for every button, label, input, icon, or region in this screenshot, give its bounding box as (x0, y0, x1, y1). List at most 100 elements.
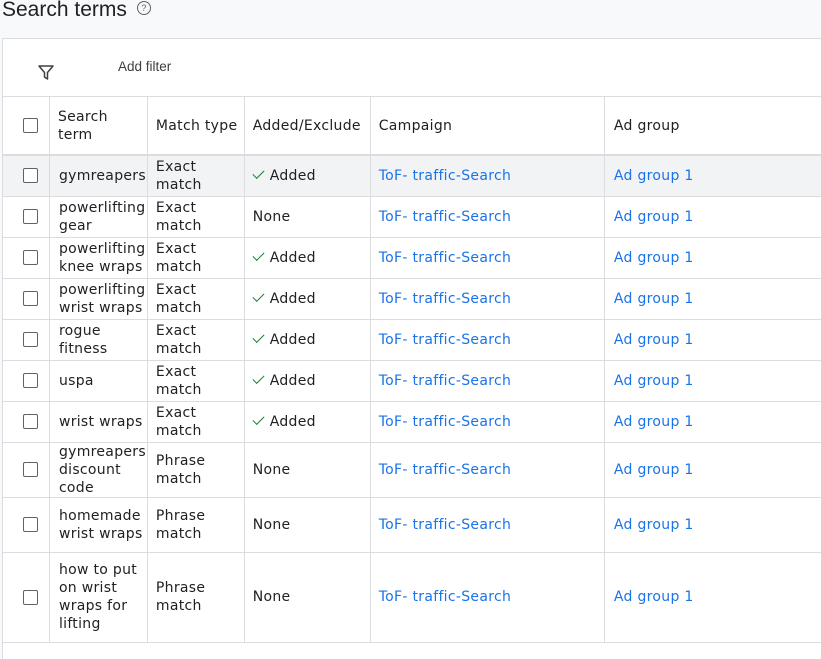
campaign-link[interactable]: ToF- traffic-Search (379, 589, 511, 605)
campaign-cell: ToF- traffic-Search (370, 319, 605, 361)
row-checkbox[interactable] (23, 373, 38, 388)
search-term: wrist wraps (58, 413, 143, 430)
page-title: Search terms ? (2, 0, 151, 22)
ad-group-link[interactable]: Ad group 1 (614, 462, 694, 478)
ad-group-link[interactable]: Ad group 1 (614, 168, 694, 184)
campaign-cell: ToF- traffic-Search (370, 401, 605, 443)
added-exclude-cell: None (244, 442, 371, 498)
table-row[interactable]: how to put on wrist wraps for lifting Ph… (3, 552, 821, 643)
ad-group-link[interactable]: Ad group 1 (614, 517, 694, 533)
ad-group-link[interactable]: Ad group 1 (614, 250, 694, 266)
campaign-link[interactable]: ToF- traffic-Search (379, 462, 511, 478)
campaign-cell: ToF- traffic-Search (370, 278, 605, 320)
column-header-match-type[interactable]: Match type (147, 97, 245, 156)
row-checkbox[interactable] (23, 168, 38, 184)
campaign-link[interactable]: ToF- traffic-Search (379, 291, 511, 307)
match-type: Phrase match (155, 507, 206, 542)
table-row[interactable]: powerlifting knee wraps Exact match Adde… (3, 237, 821, 279)
ad-group-cell: Ad group 1 (604, 155, 821, 197)
search-term-cell: uspa (49, 360, 148, 402)
ad-group-link[interactable]: Ad group 1 (614, 373, 694, 389)
campaign-link[interactable]: ToF- traffic-Search (379, 168, 511, 184)
search-term: gymreapers discount code (58, 443, 146, 496)
row-checkbox[interactable] (23, 517, 38, 532)
row-select-cell (3, 442, 50, 498)
row-checkbox[interactable] (23, 332, 38, 347)
table-row[interactable]: powerlifting gear Exact match None ToF- … (3, 196, 821, 238)
select-all-cell (3, 97, 50, 156)
added-exclude-cell: Added (244, 319, 371, 361)
ad-group-cell: Ad group 1 (604, 360, 821, 402)
campaign-link[interactable]: ToF- traffic-Search (379, 414, 511, 430)
added-status: Added (269, 167, 316, 184)
match-type: Exact match (155, 363, 202, 398)
table-row[interactable]: homemade wrist wraps Phrase match None T… (3, 497, 821, 553)
match-type: Exact match (155, 322, 202, 357)
campaign-link[interactable]: ToF- traffic-Search (379, 332, 511, 348)
row-checkbox[interactable] (23, 462, 38, 477)
check-icon (252, 248, 265, 261)
campaign-cell: ToF- traffic-Search (370, 552, 605, 643)
match-type: Exact match (155, 240, 202, 275)
added-exclude-cell: Added (244, 155, 371, 197)
added-status: Added (269, 372, 316, 389)
campaign-cell: ToF- traffic-Search (370, 237, 605, 279)
search-term-cell: rogue fitness (49, 319, 148, 361)
table-row[interactable]: gymreapers discount code Phrase match No… (3, 442, 821, 498)
row-select-cell (3, 237, 50, 279)
added-status: Added (269, 413, 316, 430)
added-exclude-cell: Added (244, 278, 371, 320)
row-checkbox[interactable] (23, 209, 38, 224)
campaign-link[interactable]: ToF- traffic-Search (379, 517, 511, 533)
search-term: rogue fitness (58, 322, 108, 357)
column-header-campaign[interactable]: Campaign (370, 97, 605, 156)
ad-group-link[interactable]: Ad group 1 (614, 332, 694, 348)
table-row[interactable]: gymreapers Exact match Added ToF- traffi… (3, 155, 821, 197)
ad-group-link[interactable]: Ad group 1 (614, 291, 694, 307)
added-status: None (252, 516, 291, 533)
page-title-text: Search terms (2, 0, 127, 21)
help-icon[interactable]: ? (136, 1, 151, 15)
campaign-cell: ToF- traffic-Search (370, 196, 605, 238)
ad-group-cell: Ad group 1 (604, 401, 821, 443)
column-header-search-term[interactable]: Search term (49, 97, 148, 156)
ad-group-link[interactable]: Ad group 1 (614, 209, 694, 225)
column-header-added-exclude[interactable]: Added/Exclude (244, 97, 371, 156)
search-term-cell: gymreapers (49, 155, 148, 197)
table-row[interactable]: powerlifting wrist wraps Exact match Add… (3, 278, 821, 320)
search-terms-card: Add filter Search term Match type Added/… (2, 38, 821, 659)
row-select-cell (3, 196, 50, 238)
campaign-link[interactable]: ToF- traffic-Search (379, 209, 511, 225)
ad-group-link[interactable]: Ad group 1 (614, 589, 694, 605)
ad-group-cell: Ad group 1 (604, 196, 821, 238)
table-row[interactable]: rogue fitness Exact match Added ToF- tra… (3, 319, 821, 361)
row-checkbox[interactable] (23, 291, 38, 306)
campaign-cell: ToF- traffic-Search (370, 360, 605, 402)
search-term-cell: homemade wrist wraps (49, 497, 148, 553)
table-row[interactable]: uspa Exact match Added ToF- traffic-Sear… (3, 360, 821, 402)
campaign-cell: ToF- traffic-Search (370, 155, 605, 197)
added-exclude-cell: Added (244, 401, 371, 443)
search-term: powerlifting wrist wraps (58, 281, 146, 316)
row-select-cell (3, 552, 50, 643)
row-checkbox[interactable] (23, 250, 38, 265)
search-term: homemade wrist wraps (58, 507, 143, 542)
ad-group-link[interactable]: Ad group 1 (614, 414, 694, 430)
search-term-cell: powerlifting wrist wraps (49, 278, 148, 320)
check-icon (252, 330, 265, 343)
select-all-checkbox[interactable] (23, 118, 38, 133)
match-type-cell: Phrase match (147, 442, 245, 498)
filter-bar: Add filter (3, 39, 821, 97)
add-filter-button[interactable]: Add filter (118, 59, 171, 74)
row-checkbox[interactable] (23, 589, 38, 605)
row-checkbox[interactable] (23, 414, 38, 429)
campaign-link[interactable]: ToF- traffic-Search (379, 250, 511, 266)
row-select-cell (3, 319, 50, 361)
added-status: None (252, 589, 291, 605)
campaign-link[interactable]: ToF- traffic-Search (379, 373, 511, 389)
filter-icon[interactable] (37, 63, 55, 81)
column-header-ad-group[interactable]: Ad group (604, 97, 821, 156)
table-row[interactable]: wrist wraps Exact match Added ToF- traff… (3, 401, 821, 443)
search-term: powerlifting gear (58, 199, 146, 234)
added-status: None (252, 208, 291, 225)
